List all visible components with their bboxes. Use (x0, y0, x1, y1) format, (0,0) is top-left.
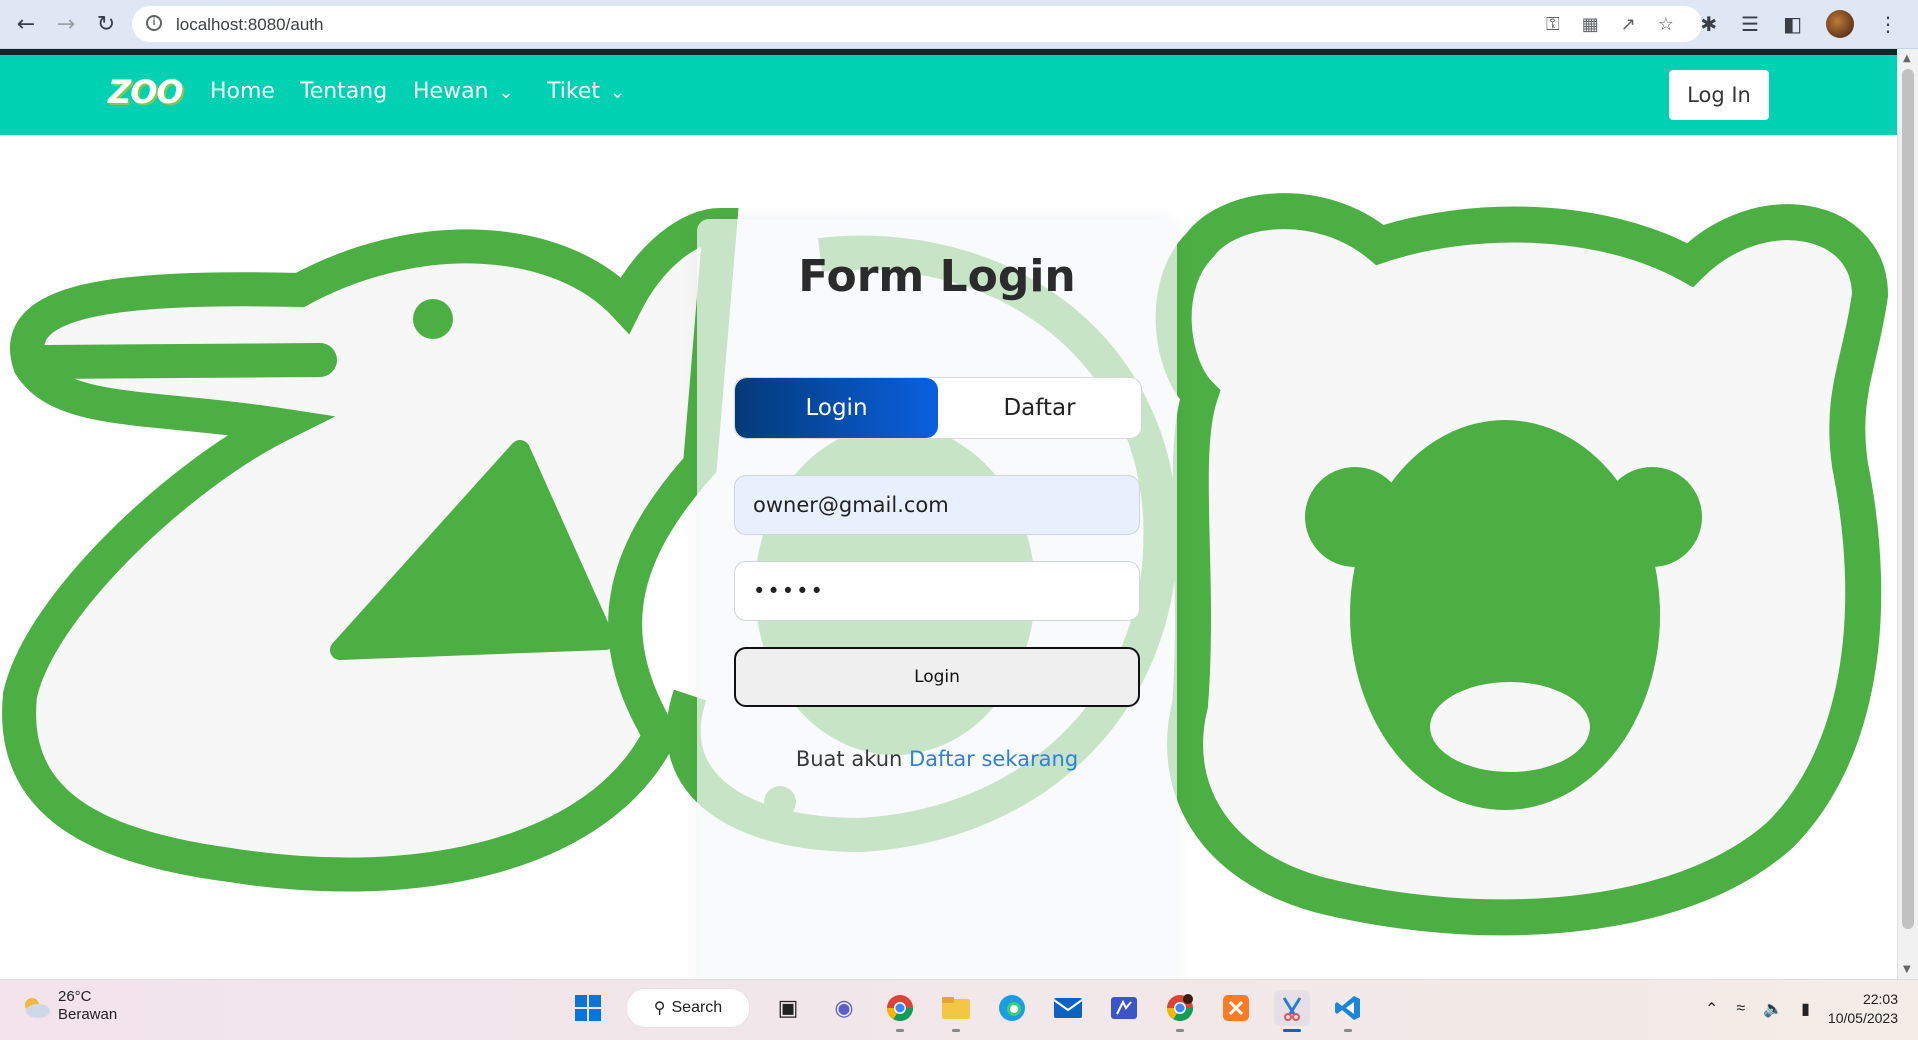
forward-icon[interactable]: → (52, 10, 80, 38)
visual-studio-icon[interactable] (1106, 990, 1142, 1026)
login-nav-button[interactable]: Log In (1669, 70, 1769, 120)
weather-widget[interactable]: 26°C Berawan (20, 988, 117, 1024)
browser-toolbar: ← → ↻ i localhost:8080/auth ⚿ ▦ ↗ ☆ ✱ ☰ … (0, 0, 1918, 49)
reload-icon[interactable]: ↻ (92, 10, 120, 38)
chevron-down-icon: ⌄ (610, 82, 626, 103)
signup-text: Buat akun (795, 747, 903, 771)
profile-avatar[interactable] (1826, 10, 1854, 38)
tab-daftar[interactable]: Daftar (938, 378, 1141, 438)
battery-icon[interactable]: ▮ (1801, 999, 1810, 1019)
password-field[interactable]: ••••• (734, 561, 1140, 621)
scrollbar-thumb[interactable] (1902, 69, 1914, 929)
back-icon[interactable]: ← (12, 10, 40, 38)
scroll-up-icon[interactable]: ▲ (1903, 53, 1911, 64)
page-scrollbar[interactable]: ▲ ▼ (1897, 49, 1918, 979)
weather-condition: Berawan (58, 1006, 118, 1023)
cloudy-icon (20, 995, 50, 1018)
nav-tiket[interactable]: Tiket ⌄ (547, 79, 625, 104)
file-explorer-icon[interactable] (938, 990, 974, 1032)
chrome-profile-icon[interactable] (1162, 990, 1198, 1032)
bookmark-star-icon[interactable]: ☆ (1658, 14, 1674, 35)
media-icon[interactable]: ☰ (1741, 12, 1759, 36)
teams-chat-icon[interactable]: ◉ (826, 990, 862, 1026)
edge-icon[interactable] (994, 990, 1030, 1026)
xampp-icon[interactable] (1218, 990, 1254, 1026)
bear-snout (1430, 682, 1590, 772)
chevron-down-icon: ⌄ (498, 82, 514, 103)
site-info-icon[interactable]: i (146, 15, 162, 31)
windows-start-icon[interactable] (570, 990, 606, 1026)
clock-date: 10/05/2023 (1827, 1010, 1898, 1026)
menu-kebab-icon[interactable]: ⋮ (1878, 12, 1898, 36)
translate-icon[interactable]: ▦ (1582, 14, 1599, 35)
chrome-icon[interactable] (882, 990, 918, 1032)
snipping-tool-icon[interactable] (1274, 990, 1310, 1032)
auth-tabs: Login Daftar (734, 377, 1142, 439)
nav-hewan[interactable]: Hewan ⌄ (413, 79, 514, 104)
clock-time: 22:03 (1862, 991, 1898, 1007)
bird-eye (413, 299, 453, 339)
clock[interactable]: 22:03 10/05/2023 (1828, 990, 1898, 1028)
bird-beak-line (28, 343, 337, 379)
nav-hewan-label: Hewan (413, 79, 489, 104)
search-label: Search (671, 999, 723, 1016)
email-field[interactable]: owner@gmail.com (734, 475, 1140, 535)
login-card: Form Login Login Daftar owner@gmail.com … (697, 219, 1177, 979)
zoo-logo[interactable]: ZOO (108, 73, 184, 111)
scroll-down-icon[interactable]: ▼ (1903, 964, 1911, 975)
wifi-icon[interactable]: ≈ (1736, 1000, 1745, 1018)
share-icon[interactable]: ↗ (1621, 14, 1636, 35)
address-bar[interactable]: i localhost:8080/auth ⚿ ▦ ↗ ☆ (132, 6, 1702, 42)
mail-icon[interactable] (1050, 990, 1086, 1026)
weather-temp: 26°C (58, 988, 92, 1005)
signup-link[interactable]: Daftar sekarang (909, 747, 1078, 771)
nav-tiket-label: Tiket (547, 79, 600, 104)
nav-home[interactable]: Home (210, 79, 275, 104)
vscode-icon[interactable] (1330, 990, 1366, 1032)
taskbar-search[interactable]: ⚲ Search (626, 988, 750, 1028)
key-icon[interactable]: ⚿ (1546, 14, 1560, 35)
search-icon: ⚲ (653, 1000, 666, 1017)
volume-icon[interactable]: 🔈 (1763, 999, 1783, 1019)
tab-login[interactable]: Login (735, 378, 938, 438)
task-view-icon[interactable]: ▣ (770, 990, 806, 1026)
side-panel-icon[interactable]: ◧ (1783, 12, 1802, 36)
login-submit-button[interactable]: Login (734, 647, 1140, 707)
extensions-icon[interactable]: ✱ (1700, 12, 1717, 36)
signup-prompt: Buat akun Daftar sekarang (697, 747, 1177, 771)
nav-tentang[interactable]: Tentang (300, 79, 387, 104)
top-navbar: ZOO Home Tentang Hewan ⌄ Tiket ⌄ Log In (0, 49, 1898, 135)
system-tray: ⌃ ≈ 🔈 ▮ 22:03 10/05/2023 (1705, 990, 1898, 1028)
tray-chevron-up-icon[interactable]: ⌃ (1705, 999, 1718, 1019)
page-viewport: ZOO Home Tentang Hewan ⌄ Tiket ⌄ Log In Fo… (0, 49, 1898, 979)
url-text[interactable]: localhost:8080/auth (176, 15, 323, 35)
form-title: Form Login (798, 251, 1076, 302)
bird-z-shape (2, 207, 739, 892)
windows-taskbar: 26°C Berawan ⚲ Search ▣ ◉ ⌃ ≈ 🔈 ▮ 22:03 … (0, 979, 1918, 1040)
